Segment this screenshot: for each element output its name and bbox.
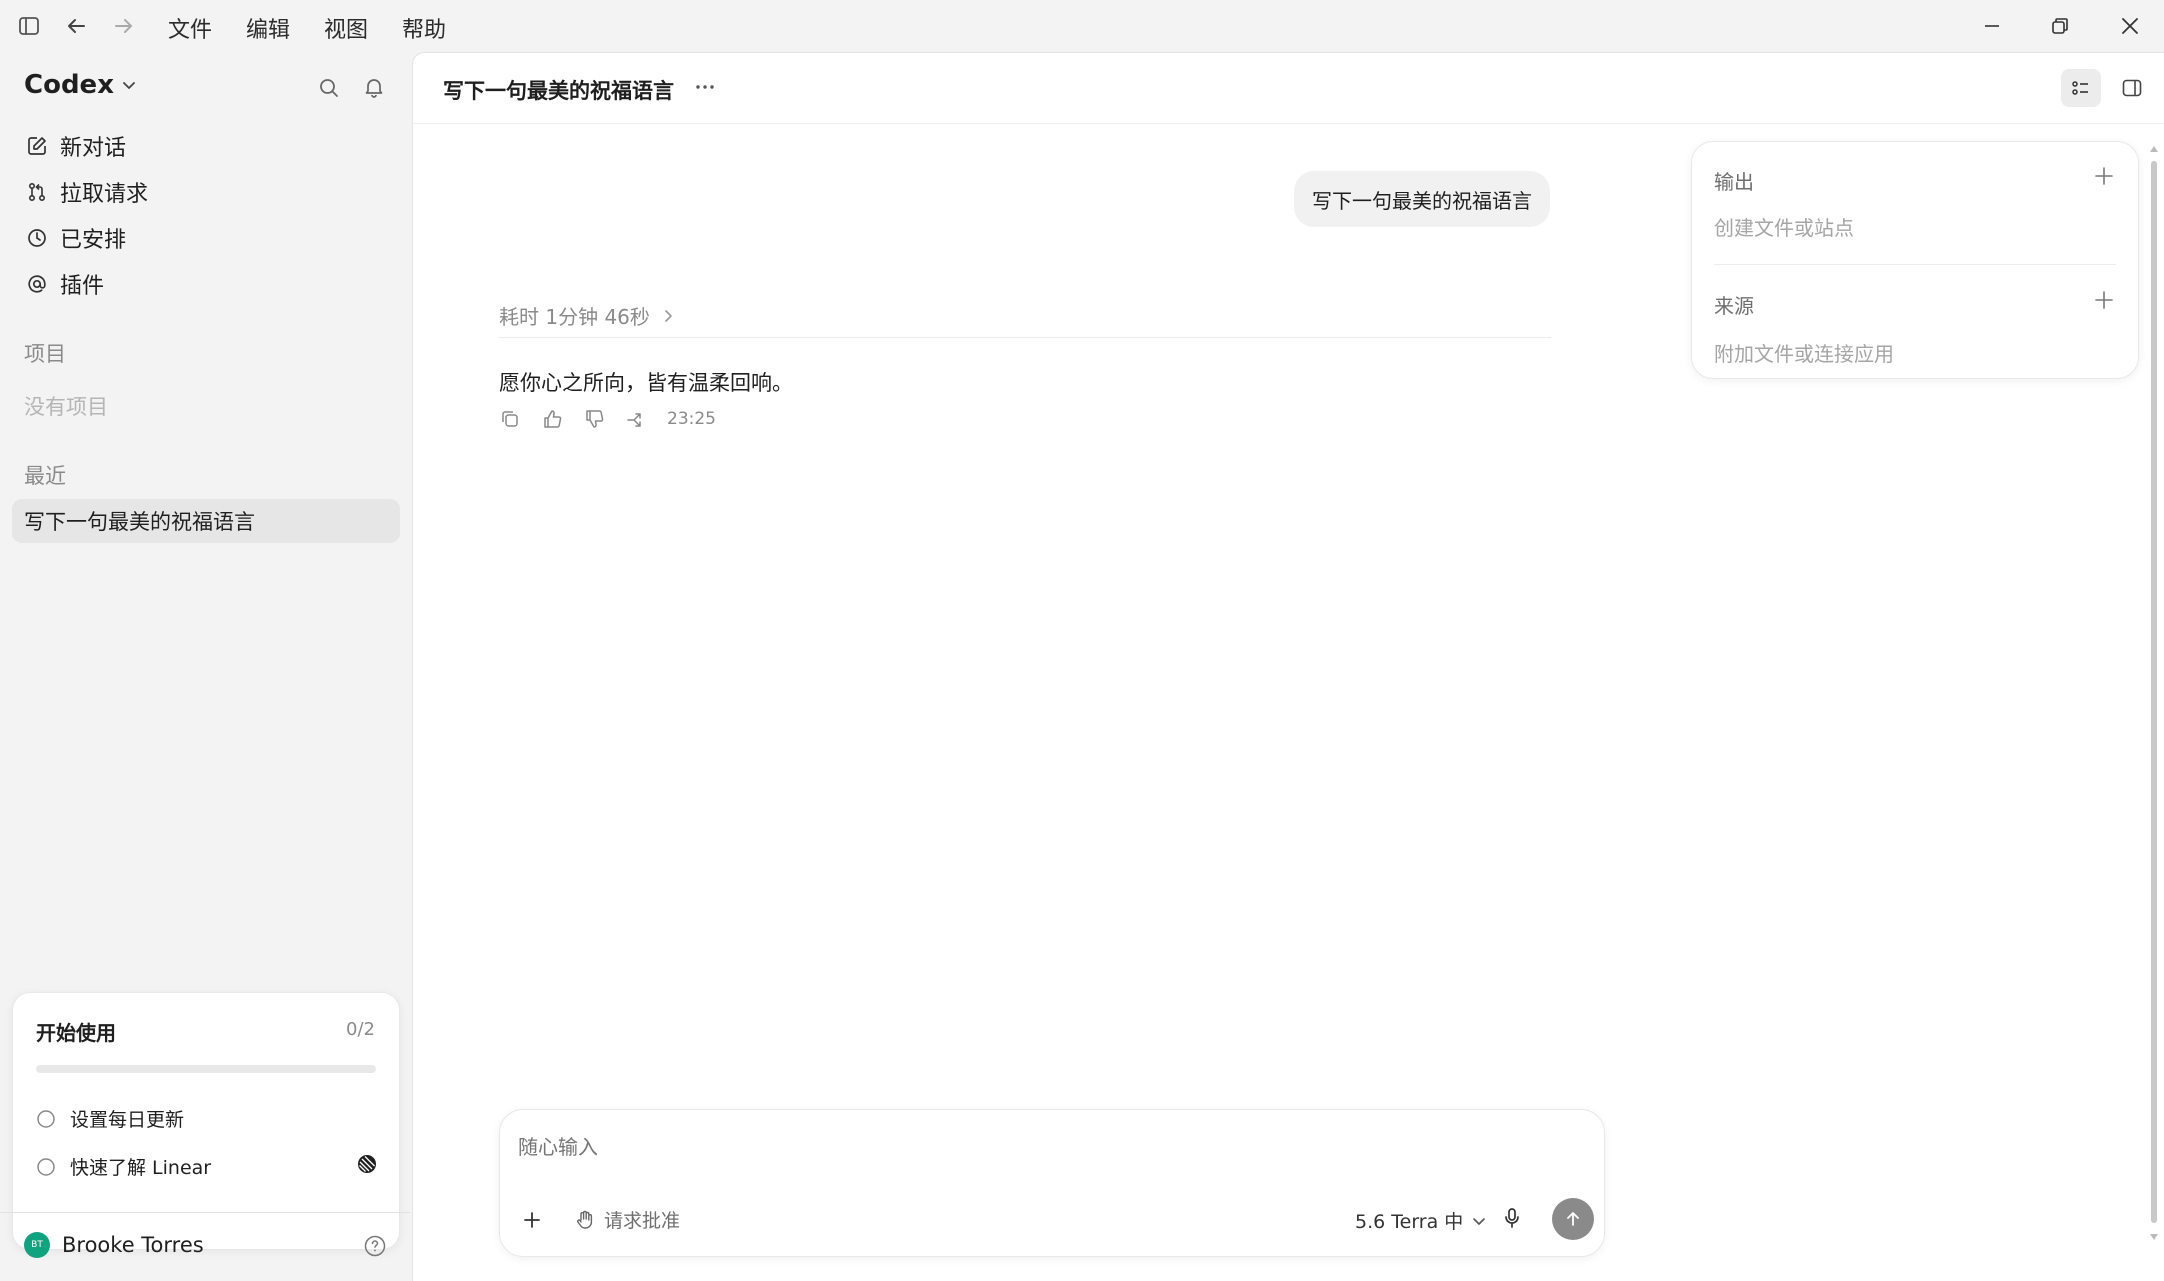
task-item[interactable]: 快速了解 Linear xyxy=(36,1153,211,1180)
elapsed-time-toggle[interactable]: 耗时 1分钟 46秒 xyxy=(499,301,676,330)
list-icon xyxy=(2070,77,2092,99)
scrollbar[interactable] xyxy=(2149,143,2159,1243)
message-timestamp: 23:25 xyxy=(667,409,716,429)
nav-pull-requests[interactable]: 拉取请求 xyxy=(24,174,148,210)
add-attachment-plus-icon[interactable] xyxy=(520,1208,544,1232)
more-options-icon[interactable] xyxy=(693,75,717,99)
nav-label: 插件 xyxy=(60,274,105,299)
edit-icon xyxy=(24,133,50,159)
no-projects-text: 没有项目 xyxy=(24,395,108,419)
nav-label: 已安排 xyxy=(60,228,127,253)
user-profile[interactable]: BT Brooke Torres xyxy=(24,1232,204,1258)
title-bar: 文件 编辑 视图 帮助 xyxy=(0,0,2164,52)
menu-edit[interactable]: 编辑 xyxy=(246,12,290,44)
thumbs-down-icon[interactable] xyxy=(583,408,605,430)
radio-unchecked-icon[interactable] xyxy=(36,1157,56,1177)
output-title: 输出 xyxy=(1714,170,1754,194)
nav-label: 新对话 xyxy=(60,136,127,161)
progress-bar xyxy=(36,1065,376,1073)
help-icon[interactable] xyxy=(363,1234,387,1258)
hand-icon xyxy=(574,1209,596,1231)
getting-started-title: 开始使用 xyxy=(36,1021,116,1045)
divider xyxy=(1714,264,2116,265)
at-sign-icon xyxy=(24,271,50,297)
approval-mode-button[interactable]: 请求批准 xyxy=(574,1206,680,1233)
linear-logo-icon xyxy=(356,1153,378,1175)
progress-count: 0/2 xyxy=(346,1019,375,1040)
chevron-right-icon xyxy=(660,308,676,324)
task-label: 设置每日更新 xyxy=(70,1109,185,1131)
approval-mode-label: 请求批准 xyxy=(604,1210,681,1232)
send-button[interactable] xyxy=(1552,1198,1594,1240)
forward-arrow-icon[interactable] xyxy=(112,14,136,38)
add-source-plus-icon[interactable] xyxy=(2092,288,2116,312)
search-icon[interactable] xyxy=(318,77,340,99)
message-actions: 23:25 xyxy=(499,408,716,430)
assistant-reply-text: 愿你心之所向，皆有温柔回响。 xyxy=(499,371,793,395)
divider xyxy=(499,337,1551,338)
panel-list-toggle[interactable] xyxy=(2061,69,2101,107)
output-source-panel: 输出 创建文件或站点 来源 附加文件或连接应用 xyxy=(1691,141,2139,379)
task-item[interactable]: 设置每日更新 xyxy=(36,1105,184,1132)
header-divider xyxy=(413,123,2164,124)
scrollbar-thumb[interactable] xyxy=(2151,161,2157,1223)
model-label: 5.6 Terra 中 xyxy=(1355,1211,1464,1233)
recent-section-label: 最近 xyxy=(24,464,66,488)
bell-icon[interactable] xyxy=(363,76,385,98)
recent-item[interactable]: 写下一句最美的祝福语言 xyxy=(12,499,400,543)
recent-item-label: 写下一句最美的祝福语言 xyxy=(24,510,255,534)
model-selector[interactable]: 5.6 Terra 中 xyxy=(1355,1207,1487,1234)
microphone-icon[interactable] xyxy=(1500,1206,1524,1230)
source-title: 来源 xyxy=(1714,294,1754,318)
menu-help[interactable]: 帮助 xyxy=(402,12,446,44)
nav-plugins[interactable]: 插件 xyxy=(24,266,104,302)
add-output-plus-icon[interactable] xyxy=(2092,164,2116,188)
nav-new-chat[interactable]: 新对话 xyxy=(24,128,126,164)
composer: 请求批准 5.6 Terra 中 xyxy=(499,1109,1605,1257)
user-name: Brooke Torres xyxy=(62,1233,204,1257)
arrow-up-icon xyxy=(1563,1209,1583,1229)
restore-icon[interactable] xyxy=(2048,14,2072,38)
pull-request-icon xyxy=(24,179,50,205)
menu-file[interactable]: 文件 xyxy=(168,12,212,44)
close-icon[interactable] xyxy=(2118,14,2142,38)
avatar: BT xyxy=(24,1232,50,1258)
app-name: Codex xyxy=(24,70,114,100)
divider xyxy=(0,1212,410,1213)
menu-view[interactable]: 视图 xyxy=(324,12,368,44)
clock-icon xyxy=(24,225,50,251)
chevron-down-icon xyxy=(1471,1213,1487,1229)
nav-scheduled[interactable]: 已安排 xyxy=(24,220,126,256)
projects-section-label: 项目 xyxy=(24,342,66,366)
output-hint[interactable]: 创建文件或站点 xyxy=(1714,212,1854,241)
back-arrow-icon[interactable] xyxy=(64,14,88,38)
user-message-bubble: 写下一句最美的祝福语言 xyxy=(1294,171,1550,227)
source-hint[interactable]: 附加文件或连接应用 xyxy=(1714,338,1894,367)
sidebar-toggle-icon[interactable] xyxy=(18,15,40,37)
radio-unchecked-icon[interactable] xyxy=(36,1109,56,1129)
minimize-icon[interactable] xyxy=(1980,14,2004,38)
user-message-text: 写下一句最美的祝福语言 xyxy=(1312,188,1532,213)
task-label: 快速了解 Linear xyxy=(70,1157,212,1179)
thumbs-up-icon[interactable] xyxy=(541,408,563,430)
workspace-switcher[interactable]: Codex xyxy=(24,70,138,100)
chevron-down-icon xyxy=(120,76,138,94)
sidebar: Codex 新对话 拉取请求 已安排 插件 项目 没有项目 最近 写下一句最美的… xyxy=(0,52,410,1280)
main-panel: 写下一句最美的祝福语言 写下一句最美的祝福语言 耗时 1分钟 46秒 愿你心之所… xyxy=(412,52,2164,1281)
copy-icon[interactable] xyxy=(499,408,521,430)
nav-label: 拉取请求 xyxy=(60,182,149,207)
message-input[interactable] xyxy=(516,1128,1580,1166)
side-panel-icon[interactable] xyxy=(2121,77,2143,99)
fork-icon[interactable] xyxy=(625,408,647,430)
conversation-title: 写下一句最美的祝福语言 xyxy=(443,79,674,103)
elapsed-time-text: 耗时 1分钟 46秒 xyxy=(499,305,650,329)
